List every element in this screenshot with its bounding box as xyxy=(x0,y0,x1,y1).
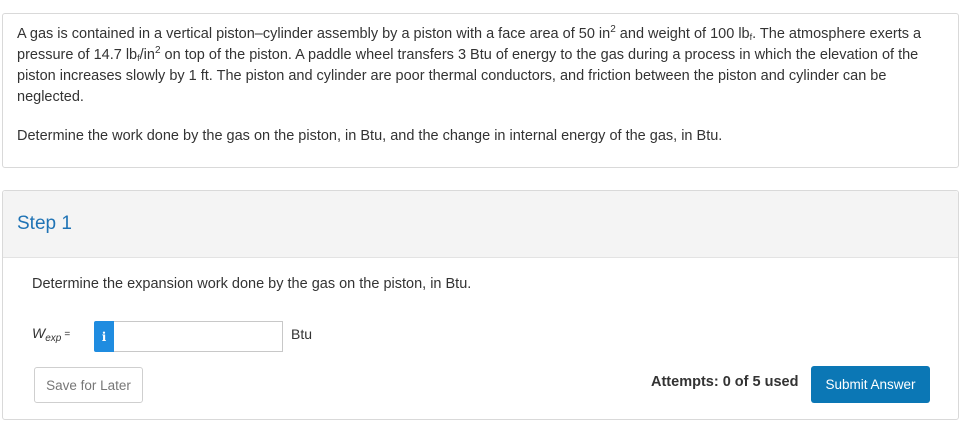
problem-question: Determine the work done by the gas on th… xyxy=(17,128,723,144)
step-prompt: Determine the expansion work done by the… xyxy=(32,276,472,292)
equals-sign: = xyxy=(64,329,71,340)
variable-symbol: W xyxy=(32,325,46,341)
answer-input[interactable] xyxy=(114,321,283,352)
variable-label: Wexp = xyxy=(32,325,70,344)
info-icon[interactable]: i xyxy=(94,321,114,352)
save-for-later-button[interactable]: Save for Later xyxy=(34,367,143,403)
submit-answer-button[interactable]: Submit Answer xyxy=(811,366,930,403)
attempts-counter: Attempts: 0 of 5 used xyxy=(651,374,799,390)
step-header xyxy=(3,191,958,258)
step-title: Step 1 xyxy=(17,213,72,234)
problem-text: /in xyxy=(139,47,155,63)
problem-card: A gas is contained in a vertical piston–… xyxy=(2,13,959,168)
problem-text: and weight of 100 lb xyxy=(615,26,750,42)
problem-statement: A gas is contained in a vertical piston–… xyxy=(17,24,944,108)
variable-subscript: exp xyxy=(45,333,62,344)
problem-text: A gas is contained in a vertical piston–… xyxy=(17,26,611,42)
step-card: Step 1 Determine the expansion work done… xyxy=(2,190,959,420)
unit-label: Btu xyxy=(291,326,313,342)
